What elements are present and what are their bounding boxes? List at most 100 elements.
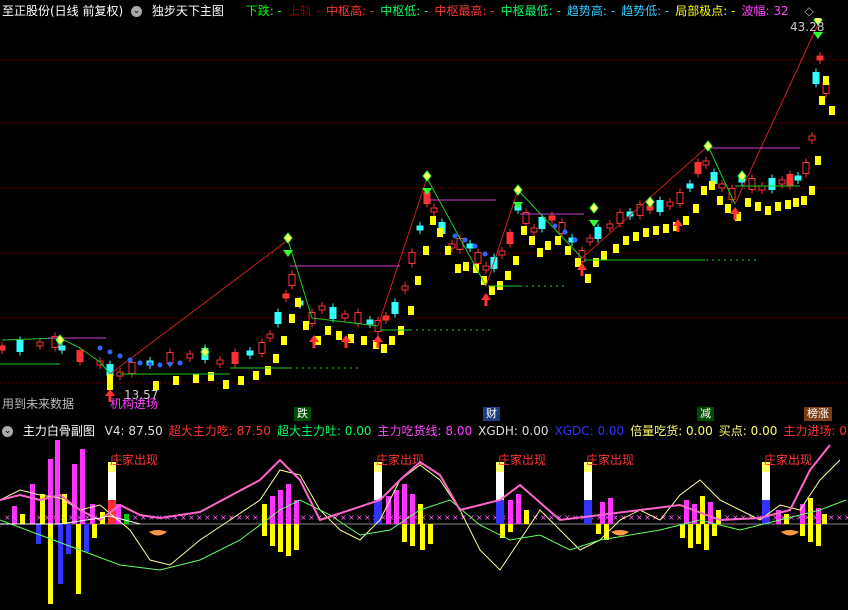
zhuangjia-label: 庄家出现 — [586, 452, 634, 467]
event-tag-bangzhang[interactable]: 榜涨 — [804, 407, 832, 421]
sub-bar-down — [286, 524, 291, 556]
trend-dot — [482, 251, 488, 257]
sub-bar-up — [48, 459, 53, 524]
support-block — [545, 241, 551, 250]
sub-value-item: 倍量吃货: 0.00 — [630, 424, 713, 438]
sub-bar-down — [262, 524, 267, 536]
hand-icon — [610, 530, 630, 536]
sub-x-marker: × — [452, 513, 459, 522]
support-block — [623, 236, 629, 245]
price-candle — [694, 162, 702, 174]
event-tag-jian[interactable]: 减 — [697, 407, 714, 421]
sub-value-item: 超大主力吃: 87.50 — [168, 424, 271, 438]
zigzag-line — [734, 19, 821, 205]
signal-diamond-icon — [703, 140, 713, 152]
support-block — [683, 216, 689, 225]
sub-value-item: 主力吃货线: 8.00 — [377, 424, 473, 438]
price-candle — [329, 307, 337, 319]
support-block — [325, 326, 331, 335]
event-tag-cai[interactable]: 财 — [483, 407, 500, 421]
main-price-chart[interactable] — [0, 18, 848, 420]
support-block — [505, 271, 511, 280]
price-candle — [816, 55, 824, 61]
sub-bar-up — [278, 490, 283, 524]
sub-x-marker: × — [300, 513, 307, 522]
event-tag-die[interactable]: 跌 — [294, 407, 311, 421]
sub-bar-down — [808, 524, 813, 542]
price-candle — [76, 350, 84, 362]
sub-x-marker: × — [212, 513, 219, 522]
support-block — [693, 204, 699, 213]
support-block — [701, 186, 707, 195]
price-candle — [341, 313, 349, 319]
sub-x-marker: × — [436, 513, 443, 522]
zigzag-line — [377, 177, 428, 327]
sub-bar-down — [84, 524, 89, 552]
support-block — [173, 376, 179, 385]
zhuangjia-tower-base — [584, 500, 592, 524]
price-candle — [246, 350, 254, 356]
support-block — [513, 256, 519, 265]
price-candle — [538, 217, 546, 229]
sub-bar-up — [410, 494, 415, 524]
high-price-label: 43.28 — [790, 20, 825, 34]
trend-dot — [562, 229, 568, 235]
zhuangjia-label: 庄家出现 — [110, 452, 158, 467]
sub-bar-down — [270, 524, 275, 546]
sub-bar-up — [72, 464, 77, 524]
signal-diamond-icon — [589, 202, 599, 214]
sub-bar-down — [76, 524, 81, 594]
sub-value-item: 买点: 0.00 — [718, 424, 778, 438]
sub-bar-up — [524, 510, 529, 524]
support-block — [423, 246, 429, 255]
trend-dot — [472, 243, 478, 249]
price-candle — [676, 192, 684, 204]
price-candle — [778, 179, 786, 185]
sub-bar-up — [716, 510, 721, 524]
trend-dot — [167, 361, 173, 367]
price-candle — [718, 183, 726, 189]
chevron-down-icon-sub[interactable]: ⌄ — [2, 426, 13, 437]
trend-dot — [177, 360, 183, 366]
price-candle — [594, 227, 602, 239]
sub-bar-up — [608, 498, 613, 524]
sub-x-marker: × — [244, 513, 251, 522]
support-block — [265, 366, 271, 375]
support-block — [295, 298, 301, 307]
price-candle — [282, 293, 290, 299]
sub-indicator-chart[interactable]: × × × × × × × × × × × × × × × × × × × × × × × × × × × × × × × × × × × × × × × ×… — [0, 440, 848, 610]
chevron-down-icon[interactable]: ⌄ — [131, 6, 143, 17]
sub-indicator-name[interactable]: 主力白骨副图 — [23, 422, 95, 440]
support-block — [408, 306, 414, 315]
price-candle — [416, 225, 424, 231]
sub-x-marker: × — [364, 513, 371, 522]
price-candle — [758, 185, 766, 191]
support-block — [238, 376, 244, 385]
zhuangjia-label: 庄家出现 — [498, 452, 546, 467]
sub-x-marker: × — [660, 513, 667, 522]
support-block — [829, 106, 835, 115]
price-candle — [258, 342, 266, 354]
price-candle — [288, 274, 296, 286]
sub-x-marker: × — [836, 513, 843, 522]
support-block — [593, 258, 599, 267]
price-candle — [274, 312, 282, 324]
sub-bar-down — [66, 524, 71, 554]
price-candle — [231, 352, 239, 364]
zhuangjia-tower-base — [762, 500, 770, 524]
support-block — [793, 198, 799, 207]
sub-bar-up — [55, 440, 60, 524]
price-candle — [366, 319, 374, 325]
trend-dot — [107, 349, 113, 355]
support-block — [437, 228, 443, 237]
support-block — [775, 202, 781, 211]
sub-bar-down — [696, 524, 701, 544]
support-block — [709, 181, 715, 190]
entry-label: 机构进场 — [110, 397, 159, 411]
zigzag-line — [581, 145, 709, 259]
sub-bar-up — [508, 500, 513, 524]
support-block — [809, 186, 815, 195]
sub-x-marker: × — [540, 513, 547, 522]
sub-x-marker: × — [844, 513, 848, 522]
sub-bar-down — [800, 524, 805, 536]
